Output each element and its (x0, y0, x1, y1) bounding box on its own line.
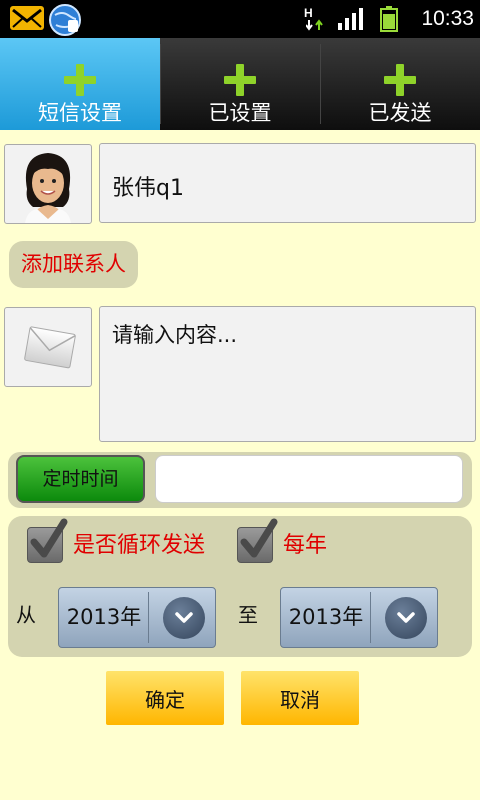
plus-icon (64, 64, 96, 96)
confirm-button[interactable]: 确定 (106, 671, 224, 725)
chevron-down-icon[interactable] (385, 597, 427, 639)
tab-scheduled[interactable]: 已设置 (160, 38, 320, 130)
network-type-label: H (304, 6, 313, 20)
cancel-button[interactable]: 取消 (241, 671, 359, 725)
spinner-divider (148, 592, 149, 643)
from-label: 从 (16, 603, 36, 627)
yearly-label: 每年 (283, 533, 328, 558)
tab-sms-settings[interactable]: 短信设置 (0, 38, 160, 130)
set-time-button[interactable]: 定时时间 (16, 455, 145, 503)
contact-name-field[interactable]: 张伟q1 (99, 143, 476, 223)
chevron-down-icon[interactable] (163, 597, 205, 639)
repeat-send-checkbox[interactable] (27, 518, 68, 563)
avatar (25, 153, 71, 223)
to-label: 至 (238, 603, 258, 627)
message-input[interactable]: 请输入内容... (99, 306, 476, 442)
add-contact-button[interactable]: 添加联系人 (9, 241, 138, 288)
tab-sent[interactable]: 已发送 (320, 38, 480, 130)
message-template-button[interactable] (4, 307, 92, 387)
yearly-checkbox[interactable] (237, 518, 278, 563)
status-bar: H 10:33 (0, 0, 480, 38)
from-year-spinner[interactable]: 2013年 (58, 587, 216, 648)
signal-icon (338, 8, 364, 30)
globe-app-icon[interactable] (48, 3, 82, 37)
tab-label: 已发送 (368, 101, 432, 125)
spinner-divider (370, 592, 371, 643)
envelope-icon (24, 326, 76, 369)
tab-label: 已设置 (208, 101, 272, 125)
mail-icon[interactable] (10, 6, 44, 30)
tab-label: 短信设置 (38, 101, 122, 125)
contact-avatar-button[interactable] (4, 144, 92, 224)
to-year-value: 2013年 (288, 605, 364, 629)
to-year-spinner[interactable]: 2013年 (280, 587, 438, 648)
network-activity-icon: H (304, 6, 326, 32)
clock: 10:33 (421, 7, 474, 30)
battery-icon (380, 6, 398, 32)
repeat-send-label: 是否循环发送 (73, 533, 206, 558)
tab-bar: 短信设置 已设置 已发送 (0, 38, 480, 130)
checkmark-icon (30, 518, 68, 558)
time-input[interactable] (155, 455, 463, 503)
plus-icon (384, 64, 416, 96)
checkmark-icon (240, 518, 278, 558)
plus-icon (224, 64, 256, 96)
from-year-value: 2013年 (66, 605, 142, 629)
